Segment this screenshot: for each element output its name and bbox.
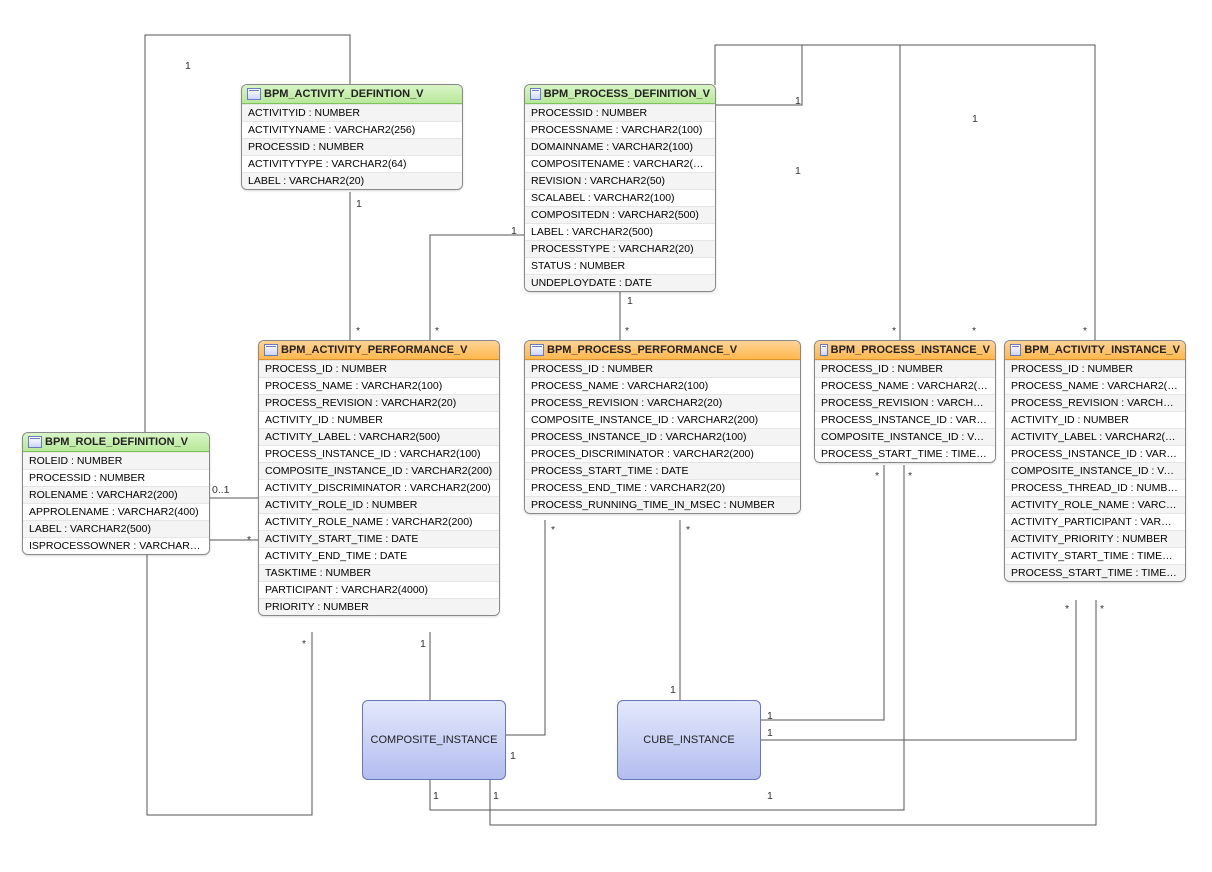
table-process-instance[interactable]: BPM_PROCESS_INSTANCE_V PROCESS_ID : NUMB… bbox=[814, 340, 996, 463]
table-row: PROCESS_START_TIME : DATE bbox=[525, 462, 800, 479]
table-icon bbox=[820, 344, 828, 356]
table-icon bbox=[1010, 344, 1021, 356]
table-row: PROCESS_INSTANCE_ID : VARCHAR2(100) bbox=[1005, 445, 1185, 462]
table-icon bbox=[264, 344, 278, 356]
table-row: PROCESS_NAME : VARCHAR2(100) bbox=[1005, 377, 1185, 394]
table-row: PRIORITY : NUMBER bbox=[259, 598, 499, 615]
rows: ROLEID : NUMBERPROCESSID : NUMBERROLENAM… bbox=[23, 452, 209, 554]
table-row: ACTIVITY_ID : NUMBER bbox=[259, 411, 499, 428]
table-row: COMPOSITE_INSTANCE_ID : VARCHAR2(200) bbox=[1005, 462, 1185, 479]
table-row: PROCESS_REVISION : VARCHAR2(20) bbox=[1005, 394, 1185, 411]
table-row: ACTIVITY_ROLE_NAME : VARCHAR2(200) bbox=[1005, 496, 1185, 513]
rows: PROCESS_ID : NUMBERPROCESS_NAME : VARCHA… bbox=[259, 360, 499, 615]
table-header: BPM_ACTIVITY_DEFINTION_V bbox=[242, 85, 462, 104]
table-row: LABEL : VARCHAR2(500) bbox=[525, 223, 715, 240]
table-row: COMPOSITE_INSTANCE_ID : VARCHAR2(200) bbox=[259, 462, 499, 479]
table-row: ACTIVITY_DISCRIMINATOR : VARCHAR2(200) bbox=[259, 479, 499, 496]
table-icon bbox=[530, 88, 541, 100]
table-row: ISPROCESSOWNER : VARCHAR2(1) bbox=[23, 537, 209, 554]
table-header: BPM_PROCESS_DEFINITION_V bbox=[525, 85, 715, 104]
table-icon bbox=[247, 88, 261, 100]
table-row: COMPOSITE_INSTANCE_ID : VARCHAR2(200) bbox=[815, 428, 995, 445]
table-row: COMPOSITEDN : VARCHAR2(500) bbox=[525, 206, 715, 223]
table-row: PROCESS_RUNNING_TIME_IN_MSEC : NUMBER bbox=[525, 496, 800, 513]
table-row: REVISION : VARCHAR2(50) bbox=[525, 172, 715, 189]
table-row: ACTIVITY_PRIORITY : NUMBER bbox=[1005, 530, 1185, 547]
table-row: PROCESS_REVISION : VARCHAR2(20) bbox=[259, 394, 499, 411]
table-row: PROCESSTYPE : VARCHAR2(20) bbox=[525, 240, 715, 257]
table-row: PROCESS_END_TIME : VARCHAR2(20) bbox=[525, 479, 800, 496]
table-activity-instance[interactable]: BPM_ACTIVITY_INSTANCE_V PROCESS_ID : NUM… bbox=[1004, 340, 1186, 582]
table-row: TASKTIME : NUMBER bbox=[259, 564, 499, 581]
table-process-definition[interactable]: BPM_PROCESS_DEFINITION_V PROCESSID : NUM… bbox=[524, 84, 716, 292]
table-activity-performance[interactable]: BPM_ACTIVITY_PERFORMANCE_V PROCESS_ID : … bbox=[258, 340, 500, 616]
table-row: PROCESSID : NUMBER bbox=[23, 469, 209, 486]
table-row: APPROLENAME : VARCHAR2(400) bbox=[23, 503, 209, 520]
table-row: COMPOSITE_INSTANCE_ID : VARCHAR2(200) bbox=[525, 411, 800, 428]
table-header: BPM_PROCESS_PERFORMANCE_V bbox=[525, 341, 800, 360]
rows: ACTIVITYID : NUMBERACTIVITYNAME : VARCHA… bbox=[242, 104, 462, 189]
table-row: SCALABEL : VARCHAR2(100) bbox=[525, 189, 715, 206]
table-row: UNDEPLOYDATE : DATE bbox=[525, 274, 715, 291]
table-row: LABEL : VARCHAR2(20) bbox=[242, 172, 462, 189]
table-header: BPM_ACTIVITY_INSTANCE_V bbox=[1005, 341, 1185, 360]
table-row: PROCESS_ID : NUMBER bbox=[259, 360, 499, 377]
table-row: PROCESS_START_TIME : TIMESTAMP bbox=[815, 445, 995, 462]
table-header: BPM_ACTIVITY_PERFORMANCE_V bbox=[259, 341, 499, 360]
table-row: ACTIVITY_ROLE_NAME : VARCHAR2(200) bbox=[259, 513, 499, 530]
table-row: ACTIVITY_ROLE_ID : NUMBER bbox=[259, 496, 499, 513]
table-header: BPM_PROCESS_INSTANCE_V bbox=[815, 341, 995, 360]
table-row: PROCES_DISCRIMINATOR : VARCHAR2(200) bbox=[525, 445, 800, 462]
rows: PROCESS_ID : NUMBERPROCESS_NAME : VARCHA… bbox=[525, 360, 800, 513]
table-row: PROCESS_INSTANCE_ID : VARCHAR2(100) bbox=[525, 428, 800, 445]
table-row: PROCESS_INSTANCE_ID : VARCHAR2(100) bbox=[815, 411, 995, 428]
table-row: ACTIVITYTYPE : VARCHAR2(64) bbox=[242, 155, 462, 172]
table-row: PROCESS_INSTANCE_ID : VARCHAR2(100) bbox=[259, 445, 499, 462]
table-row: ROLENAME : VARCHAR2(200) bbox=[23, 486, 209, 503]
table-row: ACTIVITYNAME : VARCHAR2(256) bbox=[242, 121, 462, 138]
table-row: ACTIVITY_LABEL : VARCHAR2(500) bbox=[1005, 428, 1185, 445]
table-row: ACTIVITY_START_TIME : DATE bbox=[259, 530, 499, 547]
table-row: STATUS : NUMBER bbox=[525, 257, 715, 274]
table-row: COMPOSITENAME : VARCHAR2(100) bbox=[525, 155, 715, 172]
table-row: PROCESS_ID : NUMBER bbox=[525, 360, 800, 377]
table-row: ACTIVITY_PARTICIPANT : VARCHAR2(4000) bbox=[1005, 513, 1185, 530]
table-row: PROCESS_NAME : VARCHAR2(100) bbox=[259, 377, 499, 394]
table-process-performance[interactable]: BPM_PROCESS_PERFORMANCE_V PROCESS_ID : N… bbox=[524, 340, 801, 514]
table-row: DOMAINNAME : VARCHAR2(100) bbox=[525, 138, 715, 155]
rows: PROCESS_ID : NUMBERPROCESS_NAME : VARCHA… bbox=[1005, 360, 1185, 581]
table-row: PROCESS_ID : NUMBER bbox=[1005, 360, 1185, 377]
table-row: ROLEID : NUMBER bbox=[23, 452, 209, 469]
table-row: ACTIVITY_ID : NUMBER bbox=[1005, 411, 1185, 428]
rows: PROCESS_ID : NUMBERPROCESS_NAME : VARCHA… bbox=[815, 360, 995, 462]
table-icon bbox=[530, 344, 544, 356]
table-row: PROCESSNAME : VARCHAR2(100) bbox=[525, 121, 715, 138]
table-row: ACTIVITY_END_TIME : DATE bbox=[259, 547, 499, 564]
table-row: ACTIVITY_START_TIME : TIMESTAMP bbox=[1005, 547, 1185, 564]
table-row: PROCESS_REVISION : VARCHAR2(20) bbox=[525, 394, 800, 411]
table-role-definition[interactable]: BPM_ROLE_DEFINITION_V ROLEID : NUMBERPRO… bbox=[22, 432, 210, 555]
table-row: PROCESS_NAME : VARCHAR2(100) bbox=[525, 377, 800, 394]
box-composite-instance[interactable]: COMPOSITE_INSTANCE bbox=[362, 700, 506, 780]
box-cube-instance[interactable]: CUBE_INSTANCE bbox=[617, 700, 761, 780]
table-row: PROCESSID : NUMBER bbox=[525, 104, 715, 121]
table-row: ACTIVITYID : NUMBER bbox=[242, 104, 462, 121]
table-row: ACTIVITY_LABEL : VARCHAR2(500) bbox=[259, 428, 499, 445]
table-row: PROCESS_THREAD_ID : NUMBER bbox=[1005, 479, 1185, 496]
table-row: PROCESS_REVISION : VARCHAR2(20) bbox=[815, 394, 995, 411]
table-row: PROCESSID : NUMBER bbox=[242, 138, 462, 155]
table-header: BPM_ROLE_DEFINITION_V bbox=[23, 433, 209, 452]
rows: PROCESSID : NUMBERPROCESSNAME : VARCHAR2… bbox=[525, 104, 715, 291]
table-row: LABEL : VARCHAR2(500) bbox=[23, 520, 209, 537]
table-row: PROCESS_START_TIME : TIMESTAMP bbox=[1005, 564, 1185, 581]
table-row: PARTICIPANT : VARCHAR2(4000) bbox=[259, 581, 499, 598]
table-icon bbox=[28, 436, 42, 448]
table-row: PROCESS_ID : NUMBER bbox=[815, 360, 995, 377]
table-row: PROCESS_NAME : VARCHAR2(100) bbox=[815, 377, 995, 394]
table-activity-definition[interactable]: BPM_ACTIVITY_DEFINTION_V ACTIVITYID : NU… bbox=[241, 84, 463, 190]
